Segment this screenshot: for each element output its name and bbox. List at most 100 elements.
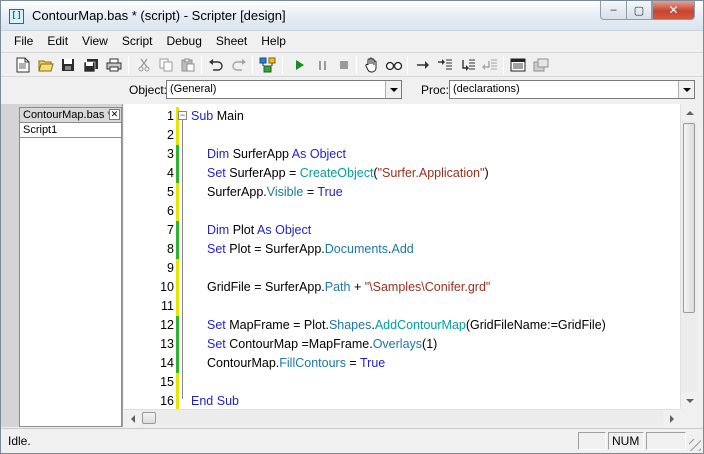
- resize-grip-icon[interactable]: [689, 439, 701, 451]
- scroll-up-button[interactable]: [681, 104, 698, 121]
- horizontal-scrollbar[interactable]: [124, 409, 680, 427]
- menu-view[interactable]: View: [75, 32, 115, 51]
- change-marker: [176, 373, 179, 392]
- code-line[interactable]: 12 Set MapFrame = Plot.Shapes.AddContourM…: [124, 316, 680, 335]
- code-text: Dim SurferApp As Object: [207, 147, 346, 161]
- object-proc-bar: Object: (General) Proc: (declarations): [1, 79, 703, 101]
- code-line[interactable]: 9: [124, 259, 680, 278]
- redo-icon[interactable]: [229, 55, 249, 75]
- num-indicator: NUM: [608, 432, 644, 450]
- collapse-icon[interactable]: −: [178, 111, 187, 120]
- undo-icon[interactable]: [206, 55, 226, 75]
- code-line[interactable]: 6: [124, 202, 680, 221]
- script-list: Script1: [19, 122, 122, 427]
- toolbar: [1, 52, 703, 77]
- scroll-left-button[interactable]: [124, 410, 141, 427]
- code-text: GridFile = SurferApp.Path + "\Samples\Co…: [207, 280, 491, 294]
- change-marker: [176, 183, 179, 202]
- new-icon[interactable]: [13, 55, 33, 75]
- menu-file[interactable]: File: [7, 32, 40, 51]
- line-number: 9: [167, 261, 174, 275]
- line-number: 6: [167, 204, 174, 218]
- code-text: ContourMap.FillContours = True: [207, 356, 386, 370]
- step-into-icon[interactable]: [413, 55, 433, 75]
- status-pane-empty: [578, 432, 606, 450]
- vertical-scroll-thumb[interactable]: [683, 123, 695, 313]
- object-dropdown[interactable]: (General): [166, 80, 402, 99]
- save-all-icon[interactable]: [81, 55, 101, 75]
- menu-edit[interactable]: Edit: [40, 32, 75, 51]
- save-icon[interactable]: [58, 55, 78, 75]
- paste-icon[interactable]: [178, 55, 198, 75]
- code-line[interactable]: 5 SurferApp.Visible = True: [124, 183, 680, 202]
- code-line[interactable]: 4 Set SurferApp = CreateObject("Surfer.Ap…: [124, 164, 680, 183]
- cut-icon[interactable]: [134, 55, 154, 75]
- dialog-editor-icon[interactable]: [508, 55, 528, 75]
- line-number: 10: [160, 280, 174, 294]
- line-number: 4: [167, 166, 174, 180]
- print-icon[interactable]: [104, 55, 124, 75]
- object-value: (General): [170, 83, 217, 95]
- open-icon[interactable]: [36, 55, 56, 75]
- menu-sheet[interactable]: Sheet: [209, 32, 254, 51]
- proc-label: Proc:: [421, 83, 450, 97]
- menu-debug[interactable]: Debug: [160, 32, 209, 51]
- code-line[interactable]: 11: [124, 297, 680, 316]
- code-line[interactable]: 3 Dim SurferApp As Object: [124, 145, 680, 164]
- stop-icon[interactable]: [334, 55, 354, 75]
- proc-dropdown[interactable]: (declarations): [449, 80, 695, 99]
- line-number: 11: [161, 299, 174, 313]
- object-browser-icon[interactable]: [531, 55, 551, 75]
- copy-icon[interactable]: [156, 55, 176, 75]
- window-controls: – ▢ ✕: [600, 1, 695, 21]
- toolbar-separator: [407, 56, 408, 74]
- code-line[interactable]: 10 GridFile = SurferApp.Path + "\Samples\…: [124, 278, 680, 297]
- code-line[interactable]: 7 Dim Plot As Object: [124, 221, 680, 240]
- line-number: 14: [160, 356, 174, 370]
- tab-contourmap[interactable]: ContourMap.bas * ✕: [19, 107, 122, 122]
- close-icon[interactable]: ✕: [109, 109, 120, 120]
- line-number: 8: [167, 242, 174, 256]
- step-out-icon[interactable]: [458, 55, 478, 75]
- maximize-button[interactable]: ▢: [626, 1, 652, 20]
- scroll-right-button[interactable]: [663, 410, 680, 427]
- menu-script[interactable]: Script: [115, 32, 160, 51]
- code-line[interactable]: 14 ContourMap.FillContours = True: [124, 354, 680, 373]
- references-icon[interactable]: [258, 55, 278, 75]
- run-icon[interactable]: [290, 55, 310, 75]
- code-line[interactable]: 8 Set Plot = SurferApp.Documents.Add: [124, 240, 680, 259]
- title-bar: [] ContourMap.bas * (script) - Scripter …: [1, 1, 703, 31]
- code-editor[interactable]: 1− Sub Main 2 3 Dim SurferApp As Object 4 Set …: [124, 104, 680, 409]
- pause-icon[interactable]: [312, 55, 332, 75]
- change-marker: [176, 335, 179, 354]
- horizontal-scroll-thumb[interactable]: [142, 412, 156, 424]
- code-line[interactable]: 2: [124, 126, 680, 145]
- minimize-button[interactable]: –: [600, 1, 626, 20]
- line-number: 3: [167, 147, 174, 161]
- code-text: Set Plot = SurferApp.Documents.Add: [207, 242, 414, 256]
- vertical-scrollbar[interactable]: [680, 104, 698, 409]
- scripter-app-icon[interactable]: []: [9, 9, 24, 24]
- line-number: 15: [160, 375, 174, 389]
- toggle-breakpoint-icon[interactable]: [480, 55, 500, 75]
- code-text: Set ContourMap =MapFrame.Overlays(1): [207, 337, 438, 351]
- menu-help[interactable]: Help: [254, 32, 293, 51]
- code-line[interactable]: 16 End Sub: [124, 392, 680, 409]
- chevron-down-icon[interactable]: [678, 81, 694, 98]
- status-pane-empty: [646, 432, 686, 450]
- line-number: 1: [167, 109, 174, 123]
- code-line[interactable]: 13 Set ContourMap =MapFrame.Overlays(1): [124, 335, 680, 354]
- quick-watch-icon[interactable]: [384, 55, 404, 75]
- step-over-icon[interactable]: [435, 55, 455, 75]
- proc-value: (declarations): [453, 83, 520, 95]
- scroll-down-button[interactable]: [681, 392, 698, 409]
- line-number: 13: [160, 337, 174, 351]
- list-item[interactable]: Script1: [20, 123, 121, 138]
- scrollbar-corner: [680, 409, 697, 426]
- chevron-down-icon[interactable]: [385, 81, 401, 98]
- close-button[interactable]: ✕: [652, 1, 695, 20]
- line-number: 7: [167, 223, 174, 237]
- hand-icon[interactable]: [361, 55, 381, 75]
- code-line[interactable]: 15: [124, 373, 680, 392]
- code-line[interactable]: 1− Sub Main: [124, 107, 680, 126]
